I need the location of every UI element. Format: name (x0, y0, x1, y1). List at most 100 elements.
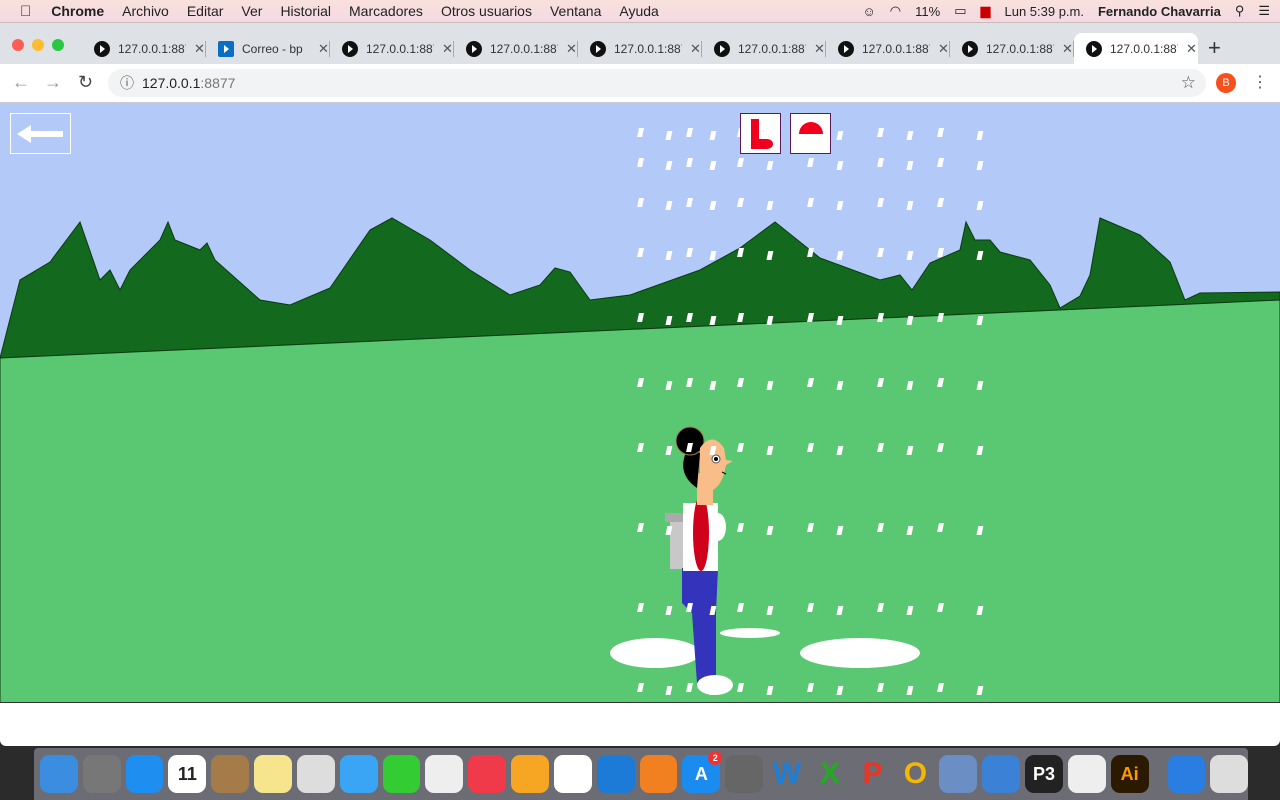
notification-center-icon[interactable]: ☰ (1258, 3, 1270, 19)
game-scene (0, 128, 1280, 702)
rain-drop (836, 251, 844, 260)
notes-icon[interactable] (254, 755, 292, 793)
battery-icon[interactable]: ▭ (954, 3, 966, 19)
menu-archivo[interactable]: Archivo (122, 3, 169, 19)
puddle (800, 638, 920, 668)
numbers-icon[interactable] (553, 755, 592, 793)
game-canvas[interactable] (0, 103, 1280, 703)
close-tab-icon[interactable]: ✕ (318, 41, 329, 57)
rain-drop (686, 128, 693, 137)
dock-label: 11 (177, 763, 197, 784)
illustrator-icon[interactable]: Ai (1110, 755, 1149, 793)
contacts-icon[interactable] (211, 755, 250, 793)
tab[interactable]: 127.0.0.1:8877 ✕ (826, 33, 950, 65)
close-tab-icon[interactable]: ✕ (194, 41, 205, 57)
tab[interactable]: Correo - bp ✕ (206, 33, 330, 65)
address-bar[interactable]: ⓘ 127.0.0.1:8877 ☆ (108, 69, 1206, 97)
menu-editar[interactable]: Editar (187, 3, 224, 19)
preview-2-icon[interactable] (939, 755, 978, 793)
rain-drop (637, 128, 644, 137)
apple-icon[interactable]:  (20, 3, 31, 20)
tab[interactable]: 127.0.0.1:8877 ✕ (330, 33, 454, 65)
menu-ventana[interactable]: Ventana (550, 3, 601, 19)
menu-ayuda[interactable]: Ayuda (619, 3, 658, 19)
excel-icon[interactable]: X (811, 755, 849, 793)
close-tab-icon[interactable]: ✕ (566, 41, 577, 57)
outlook-icon[interactable]: O (897, 755, 935, 793)
input-flag-icon[interactable]: ▆ (980, 3, 990, 19)
back-arrow-icon[interactable]: ← (12, 72, 30, 93)
battery-percent[interactable]: 11% (915, 4, 940, 19)
tab[interactable]: 127.0.0.1:8877 ✕ (1074, 33, 1198, 65)
close-tab-icon[interactable]: ✕ (938, 41, 949, 57)
powerpoint-icon[interactable]: P (854, 755, 892, 793)
calendar-icon[interactable]: 11 (168, 755, 207, 793)
photos-icon[interactable] (425, 755, 464, 793)
info-icon[interactable]: ⓘ (120, 73, 134, 93)
close-tab-icon[interactable]: ✕ (1186, 41, 1197, 57)
bookmark-star-icon[interactable]: ☆ (1181, 73, 1196, 93)
reload-icon[interactable]: ↻ (78, 72, 93, 93)
ibooks-icon[interactable] (639, 755, 678, 793)
close-window-button[interactable] (12, 39, 24, 51)
close-tab-icon[interactable]: ✕ (1062, 41, 1073, 57)
chromium-icon[interactable] (982, 755, 1021, 793)
rain-drop (976, 201, 984, 210)
wifi-icon[interactable]: ◠ (890, 3, 901, 19)
close-tab-icon[interactable]: ✕ (814, 41, 825, 57)
forward-arrow-icon[interactable]: → (44, 72, 62, 93)
play-icon (94, 41, 110, 57)
rain-drop (766, 161, 774, 170)
rain-drop (807, 158, 814, 167)
chrome-icon[interactable] (1067, 755, 1106, 793)
messages-icon[interactable] (339, 755, 378, 793)
more-menu-icon[interactable]: ⋮ (1252, 72, 1268, 92)
safari-icon[interactable] (125, 755, 164, 793)
tab[interactable]: 127.0.0.1:8877 ✕ (578, 33, 702, 65)
face-icon[interactable]: ☺ (863, 4, 876, 19)
zoom-window-button[interactable] (52, 39, 64, 51)
pages-icon[interactable] (511, 755, 549, 793)
tab[interactable]: 127.0.0.1:8877 ✕ (454, 33, 578, 65)
minimize-window-button[interactable] (32, 39, 44, 51)
boot-item-button[interactable] (740, 113, 781, 154)
network-icon[interactable] (1167, 755, 1206, 793)
spotlight-icon[interactable]: ⚲ (1235, 3, 1245, 19)
back-arrow-icon (17, 125, 63, 143)
user-name[interactable]: Fernando Chavarria (1098, 4, 1221, 19)
dock-label: O (903, 757, 928, 790)
tab[interactable]: 127.0.0.1:8877 ✕ (950, 33, 1074, 65)
back-button[interactable] (10, 113, 71, 154)
menu-ver[interactable]: Ver (241, 3, 262, 19)
trash-icon[interactable] (1210, 755, 1249, 793)
tab[interactable]: 127.0.0.1:8877 ✕ (702, 33, 826, 65)
finder-icon[interactable] (40, 755, 78, 793)
keynote-icon[interactable] (596, 755, 635, 793)
close-tab-icon[interactable]: ✕ (442, 41, 453, 57)
dock-label: W (772, 757, 802, 790)
rain-drop (906, 161, 914, 170)
menu-otros-usuarios[interactable]: Otros usuarios (441, 3, 532, 19)
system-preferences-icon[interactable] (725, 755, 764, 793)
tab[interactable]: 127.0.0.1:8877 ✕ (82, 33, 206, 65)
preview-icon[interactable] (296, 755, 335, 793)
rain-drop (665, 251, 673, 260)
menu-historial[interactable]: Historial (280, 3, 331, 19)
menu-app-name[interactable]: Chrome (51, 3, 104, 19)
word-icon[interactable]: W (768, 755, 806, 793)
p3-icon[interactable]: P3 (1025, 755, 1063, 793)
rain-drop (836, 161, 844, 170)
window-controls (12, 39, 64, 51)
play-icon (838, 41, 854, 57)
itunes-icon[interactable] (468, 755, 507, 793)
profile-avatar[interactable]: B (1216, 73, 1236, 93)
new-tab-button[interactable]: + (1208, 35, 1221, 61)
app-store-icon[interactable]: A2 (682, 751, 723, 793)
clock[interactable]: Lun 5:39 p.m. (1004, 4, 1084, 19)
umbrella-item-button[interactable] (790, 113, 831, 154)
launchpad-icon[interactable] (82, 755, 121, 793)
facetime-icon[interactable] (382, 755, 421, 793)
rain-drop (665, 131, 673, 140)
menu-marcadores[interactable]: Marcadores (349, 3, 423, 19)
close-tab-icon[interactable]: ✕ (690, 41, 701, 57)
